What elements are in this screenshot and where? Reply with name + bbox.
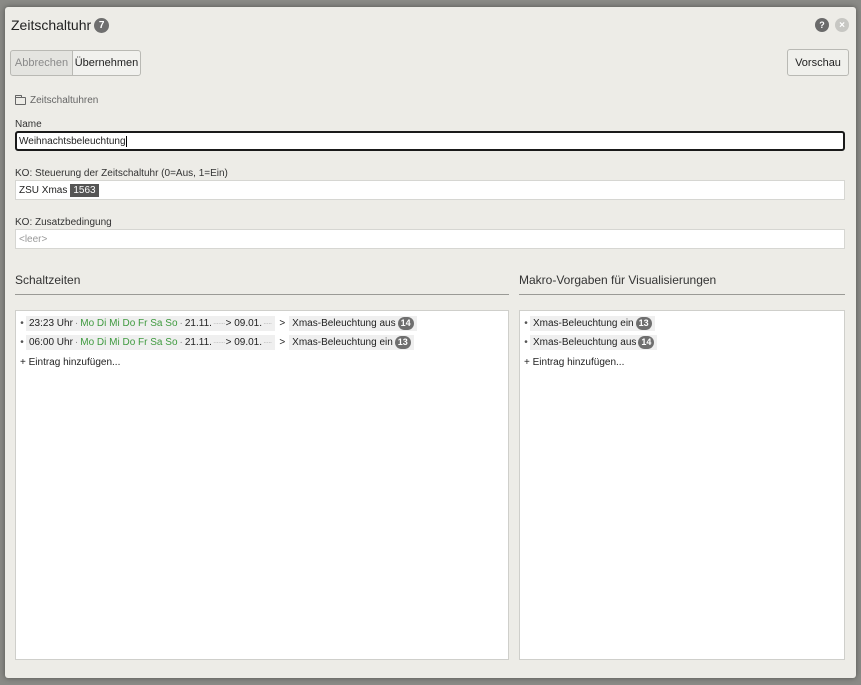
- ko-control-value: ZSU Xmas: [19, 184, 68, 196]
- schaltzeiten-title: Schaltzeiten: [15, 273, 81, 287]
- name-label: Name: [15, 119, 42, 130]
- preview-button[interactable]: Vorschau: [787, 49, 849, 76]
- timer-dialog: Zeitschaltuhr 7 ? × Abbrechen Übernehmen…: [5, 7, 856, 678]
- macro-label: Xmas-Beleuchtung aus: [292, 318, 396, 329]
- macro-chip[interactable]: Xmas-Beleuchtung aus 14: [289, 316, 417, 331]
- macro-id-badge: 13: [394, 336, 411, 349]
- ko-control-id-badge: 1563: [70, 183, 99, 197]
- breadcrumb-label[interactable]: Zeitschaltuhren: [30, 95, 98, 106]
- makro-row[interactable]: • Xmas-Beleuchtung ein 13: [522, 316, 655, 331]
- bullet: •: [524, 318, 528, 329]
- schaltzeit-to: > 09.01.: [225, 337, 262, 348]
- makro-label: Xmas-Beleuchtung ein: [533, 318, 634, 329]
- title-count-badge: 7: [94, 17, 110, 33]
- dotted-filler: ·····: [263, 319, 272, 328]
- window-title: Zeitschaltuhr 7: [11, 17, 110, 33]
- separator: ·: [179, 337, 183, 348]
- separator: ·: [74, 318, 79, 329]
- makro-chip[interactable]: Xmas-Beleuchtung ein 13: [530, 316, 655, 331]
- schaltzeit-from: 21.11.: [184, 318, 212, 329]
- schaltzeit-row[interactable]: • 06:00 Uhr · Mo Di Mi Do Fr Sa So · 21.…: [18, 335, 414, 350]
- text-cursor: [125, 135, 127, 147]
- add-schaltzeit-link[interactable]: + Eintrag hinzufügen...: [20, 357, 120, 368]
- bullet: •: [20, 337, 24, 348]
- dotted-filler: ·······: [212, 338, 226, 347]
- makro-id-badge: 13: [635, 317, 652, 330]
- close-icon[interactable]: ×: [835, 18, 849, 32]
- schaltzeit-days: Mo Di Mi Do Fr Sa So: [80, 318, 178, 329]
- macro-label: Xmas-Beleuchtung ein: [292, 337, 393, 348]
- ko-condition-label: KO: Zusatzbedingung: [15, 217, 112, 228]
- bullet: •: [524, 337, 528, 348]
- makros-title: Makro-Vorgaben für Visualisierungen: [519, 273, 717, 287]
- separator: ·: [74, 337, 79, 348]
- makros-divider: [519, 294, 845, 295]
- macro-chip[interactable]: Xmas-Beleuchtung ein 13: [289, 335, 414, 350]
- dotted-filler: ·····: [263, 338, 272, 347]
- arrow: >: [279, 337, 286, 348]
- apply-button[interactable]: Übernehmen: [72, 50, 141, 76]
- macro-id-badge: 14: [397, 317, 414, 330]
- add-makro-link[interactable]: + Eintrag hinzufügen...: [524, 357, 624, 368]
- schaltzeit-row[interactable]: • 23:23 Uhr · Mo Di Mi Do Fr Sa So · 21.…: [18, 316, 417, 331]
- window-title-text: Zeitschaltuhr: [11, 17, 92, 33]
- folder-icon: [15, 94, 26, 105]
- ko-condition-field[interactable]: <leer>: [15, 229, 845, 249]
- schaltzeit-to: > 09.01.: [225, 318, 262, 329]
- name-input-value: Weihnachtsbeleuchtung: [19, 135, 126, 147]
- schaltzeiten-panel: • 23:23 Uhr · Mo Di Mi Do Fr Sa So · 21.…: [15, 310, 509, 660]
- makro-id-badge: 14: [638, 336, 655, 349]
- schaltzeit-days: Mo Di Mi Do Fr Sa So: [80, 337, 178, 348]
- schaltzeit-time: 06:00 Uhr: [29, 337, 73, 348]
- makro-row[interactable]: • Xmas-Beleuchtung aus 14: [522, 335, 658, 350]
- ko-condition-placeholder: <leer>: [19, 233, 48, 245]
- schaltzeiten-divider: [15, 294, 509, 295]
- schaltzeit-time: 23:23 Uhr: [29, 318, 73, 329]
- schaltzeit-chip[interactable]: 06:00 Uhr · Mo Di Mi Do Fr Sa So · 21.11…: [26, 335, 276, 350]
- ko-control-label: KO: Steuerung der Zeitschaltuhr (0=Aus, …: [15, 168, 228, 179]
- name-input[interactable]: Weihnachtsbeleuchtung: [15, 131, 845, 151]
- makros-panel: • Xmas-Beleuchtung ein 13 • Xmas-Beleuch…: [519, 310, 845, 660]
- breadcrumb[interactable]: Zeitschaltuhren: [15, 94, 98, 106]
- help-icon[interactable]: ?: [815, 18, 829, 32]
- schaltzeit-from: 21.11.: [184, 337, 212, 348]
- title-bar: Zeitschaltuhr 7 ? ×: [5, 7, 856, 43]
- cancel-button[interactable]: Abbrechen: [10, 50, 73, 76]
- dotted-filler: ·······: [212, 319, 226, 328]
- bullet: •: [20, 318, 24, 329]
- ko-control-field[interactable]: ZSU Xmas 1563: [15, 180, 845, 200]
- makro-label: Xmas-Beleuchtung aus: [533, 337, 637, 348]
- schaltzeit-chip[interactable]: 23:23 Uhr · Mo Di Mi Do Fr Sa So · 21.11…: [26, 316, 276, 331]
- makro-chip[interactable]: Xmas-Beleuchtung aus 14: [530, 335, 658, 350]
- separator: ·: [179, 318, 183, 329]
- arrow: >: [279, 318, 286, 329]
